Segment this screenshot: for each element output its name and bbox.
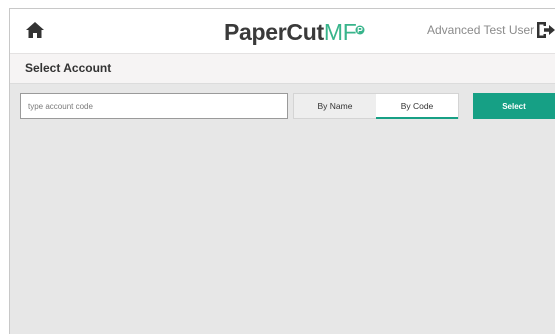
- logo-suffix-text: MF: [323, 19, 357, 45]
- home-icon[interactable]: [25, 20, 45, 40]
- by-name-tab[interactable]: By Name: [294, 94, 376, 118]
- by-code-tab[interactable]: By Code: [376, 94, 458, 119]
- logo-text: PaperCut: [224, 19, 324, 45]
- search-mode-toggle: By Name By Code: [293, 93, 459, 119]
- user-name: Advanced Test User: [427, 23, 535, 37]
- logo-badge-icon: [355, 13, 365, 35]
- title-bar: Select Account: [10, 53, 555, 84]
- logo-suffix: MF: [323, 18, 365, 46]
- app-frame: PaperCut MF Advanced Test User Select Ac…: [9, 8, 555, 334]
- header-bar: PaperCut MF Advanced Test User: [10, 9, 555, 53]
- logout-icon[interactable]: [535, 20, 555, 40]
- account-code-input[interactable]: [20, 93, 288, 119]
- page-title: Select Account: [25, 61, 112, 75]
- select-button[interactable]: Select: [473, 93, 555, 119]
- papercut-mf-logo: PaperCut MF: [224, 18, 365, 46]
